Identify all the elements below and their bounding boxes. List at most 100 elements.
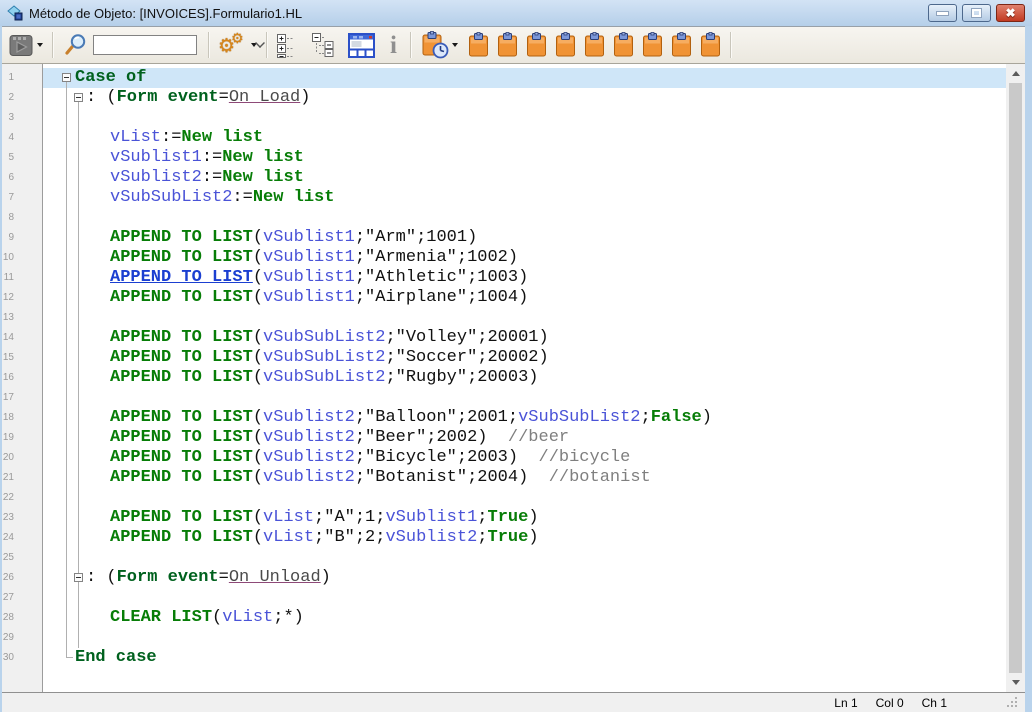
code-text: Case of [75,68,146,88]
code-line[interactable]: 14APPEND TO LIST(vSubSubList2;"Volley";2… [2,328,1006,348]
code-line[interactable]: 29 [2,628,1006,648]
fold-guide [78,128,79,148]
code-cell[interactable]: CLEAR LIST(vList;*) [43,608,1006,628]
code-text: : (Form event=On Unload) [86,568,331,588]
scroll-down-button[interactable] [1006,673,1025,692]
clipboard-button-3[interactable] [526,32,547,58]
code-line[interactable]: 13 [2,308,1006,328]
code-cell[interactable]: vSublist1:=New list [43,148,1006,168]
code-line[interactable]: 2: (Form event=On Load) [2,88,1006,108]
clipboard-button-8[interactable] [671,32,692,58]
code-cell[interactable]: vSubSubList2:=New list [43,188,1006,208]
search-combobox[interactable] [93,35,197,55]
clipboard-button-9[interactable] [700,32,721,58]
scrollbar-thumb[interactable] [1009,83,1022,673]
code-cell[interactable]: Case of [43,68,1006,88]
maximize-button[interactable] [962,4,991,22]
code-cell[interactable] [43,548,1006,568]
code-cell[interactable] [43,628,1006,648]
token-pl: ;"Volley";20001) [385,328,548,347]
code-cell[interactable]: APPEND TO LIST(vList;"B";2;vSublist2;Tru… [43,528,1006,548]
clipboard-button-4[interactable] [555,32,576,58]
code-line[interactable]: 1Case of [2,68,1006,88]
code-cell[interactable]: APPEND TO LIST(vSublist2;"Balloon";2001;… [43,408,1006,428]
scroll-up-button[interactable] [1006,64,1025,83]
code-cell[interactable]: APPEND TO LIST(vList;"A";1;vSublist1;Tru… [43,508,1006,528]
clipboard-button-2[interactable] [497,32,518,58]
code-line[interactable]: 24APPEND TO LIST(vList;"B";2;vSublist2;T… [2,528,1006,548]
clipboard-button-1[interactable] [468,32,489,58]
code-line[interactable]: 28CLEAR LIST(vList;*) [2,608,1006,628]
code-cell[interactable]: APPEND TO LIST(vSubSubList2;"Soccer";200… [43,348,1006,368]
code-cell[interactable]: APPEND TO LIST(vSublist1;"Arm";1001) [43,228,1006,248]
code-line[interactable]: 12APPEND TO LIST(vSublist1;"Airplane";10… [2,288,1006,308]
code-line[interactable]: 11APPEND TO LIST(vSublist1;"Athletic";10… [2,268,1006,288]
token-link[interactable]: APPEND TO LIST [110,268,253,287]
code-area[interactable]: 1Case of2: (Form event=On Load)34vList:=… [2,64,1006,692]
code-cell[interactable] [43,388,1006,408]
resize-grip[interactable] [1015,705,1017,707]
info-button[interactable]: i [390,33,397,58]
clipboard-button-7[interactable] [642,32,663,58]
code-cell[interactable]: APPEND TO LIST(vSubSubList2;"Rugby";2000… [43,368,1006,388]
code-line[interactable]: 23APPEND TO LIST(vList;"A";1;vSublist1;T… [2,508,1006,528]
fold-toggle[interactable] [74,93,83,102]
code-cell[interactable]: APPEND TO LIST(vSubSubList2;"Volley";200… [43,328,1006,348]
expand-all-button[interactable] [276,32,298,58]
code-line[interactable]: 10APPEND TO LIST(vSublist1;"Armenia";100… [2,248,1006,268]
macros-button[interactable]: ⚙ ⚙ [218,30,248,60]
code-line[interactable]: 30End case [2,648,1006,668]
code-cell[interactable] [43,488,1006,508]
code-cell[interactable] [43,308,1006,328]
code-cell[interactable]: vSublist2:=New list [43,168,1006,188]
code-cell[interactable]: APPEND TO LIST(vSublist2;"Botanist";2004… [43,468,1006,488]
code-cell[interactable]: APPEND TO LIST(vSublist1;"Airplane";1004… [43,288,1006,308]
code-line[interactable]: 21APPEND TO LIST(vSublist2;"Botanist";20… [2,468,1006,488]
code-line[interactable]: 4vList:=New list [2,128,1006,148]
code-cell[interactable]: vList:=New list [43,128,1006,148]
code-cell[interactable]: APPEND TO LIST(vSublist1;"Athletic";1003… [43,268,1006,288]
clipboard-button-5[interactable] [584,32,605,58]
code-cell[interactable]: : (Form event=On Unload) [43,568,1006,588]
code-line[interactable]: 6vSublist2:=New list [2,168,1006,188]
token-var: vSublist2 [263,448,355,467]
fold-toggle[interactable] [62,73,71,82]
code-cell[interactable]: APPEND TO LIST(vSublist2;"Bicycle";2003)… [43,448,1006,468]
code-line[interactable]: 26: (Form event=On Unload) [2,568,1006,588]
code-line[interactable]: 9APPEND TO LIST(vSublist1;"Arm";1001) [2,228,1006,248]
line-number: 25 [2,548,43,568]
code-cell[interactable]: : (Form event=On Load) [43,88,1006,108]
fold-toggle[interactable] [74,573,83,582]
run-method-button[interactable] [9,33,34,58]
code-cell[interactable]: APPEND TO LIST(vSublist1;"Armenia";1002) [43,248,1006,268]
collapse-all-button[interactable] [311,32,337,58]
code-cell[interactable] [43,108,1006,128]
form-button[interactable] [348,33,375,58]
code-line[interactable]: 18APPEND TO LIST(vSublist2;"Balloon";200… [2,408,1006,428]
fold-guide [66,208,67,228]
code-line[interactable]: 27 [2,588,1006,608]
code-line[interactable]: 22 [2,488,1006,508]
paste-special-button[interactable] [421,31,449,59]
code-line[interactable]: 16APPEND TO LIST(vSubSubList2;"Rugby";20… [2,368,1006,388]
clipboard-button-6[interactable] [613,32,634,58]
code-line[interactable]: 17 [2,388,1006,408]
code-line[interactable]: 15APPEND TO LIST(vSubSubList2;"Soccer";2… [2,348,1006,368]
token-var: vSublist1 [263,268,355,287]
code-cell[interactable] [43,588,1006,608]
close-button[interactable]: ✖ [996,4,1025,22]
code-cell[interactable] [43,208,1006,228]
run-method-dropdown[interactable] [34,43,43,47]
code-cell[interactable]: APPEND TO LIST(vSublist2;"Beer";2002) //… [43,428,1006,448]
minimize-button[interactable] [928,4,957,22]
code-line[interactable]: 7vSubSubList2:=New list [2,188,1006,208]
code-line[interactable]: 3 [2,108,1006,128]
vertical-scrollbar[interactable] [1006,64,1025,692]
code-line[interactable]: 20APPEND TO LIST(vSublist2;"Bicycle";200… [2,448,1006,468]
paste-special-dropdown[interactable] [449,43,458,47]
code-line[interactable]: 19APPEND TO LIST(vSublist2;"Beer";2002) … [2,428,1006,448]
code-line[interactable]: 8 [2,208,1006,228]
code-line[interactable]: 5vSublist1:=New list [2,148,1006,168]
code-cell[interactable]: End case [43,648,1006,668]
code-line[interactable]: 25 [2,548,1006,568]
